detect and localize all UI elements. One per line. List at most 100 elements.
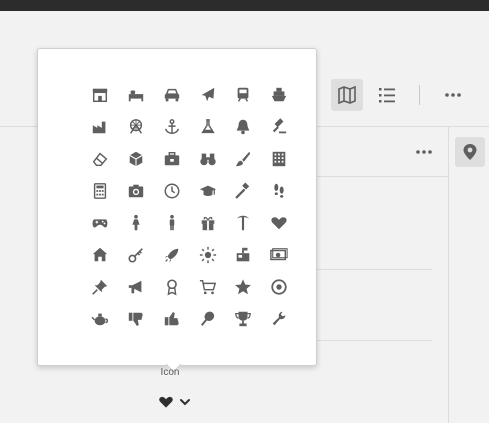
icon-option[interactable]	[194, 273, 222, 301]
megaphone-icon	[128, 280, 142, 294]
icon-option[interactable]	[194, 209, 222, 237]
target-icon	[271, 279, 287, 295]
divider	[315, 269, 432, 270]
building-icon	[272, 151, 286, 167]
man-icon	[169, 214, 175, 231]
icon-option[interactable]	[194, 241, 222, 269]
icon-option[interactable]	[86, 241, 114, 269]
icon-option[interactable]	[265, 273, 293, 301]
bed-icon	[128, 90, 144, 102]
icon-picker-button[interactable]	[158, 392, 198, 412]
icon-option[interactable]	[158, 273, 186, 301]
toolbar-separator	[419, 85, 420, 105]
icon-option[interactable]	[265, 145, 293, 173]
map-view-button[interactable]	[331, 79, 363, 111]
icon-option[interactable]	[158, 209, 186, 237]
tennis-racket-icon	[200, 311, 215, 326]
icon-option[interactable]	[86, 113, 114, 141]
graduation-cap-icon	[199, 185, 217, 196]
icon-option[interactable]	[229, 273, 257, 301]
right-rail	[448, 127, 489, 423]
panel-more-button[interactable]	[408, 136, 440, 168]
icon-option[interactable]	[122, 209, 150, 237]
icon-option[interactable]	[229, 113, 257, 141]
train-icon	[237, 87, 249, 102]
icon-option[interactable]	[122, 113, 150, 141]
map-icon	[338, 86, 356, 104]
more-horizontal-icon	[416, 150, 432, 154]
icon-option[interactable]	[86, 305, 114, 333]
icon-option[interactable]	[229, 241, 257, 269]
thumbs-down-icon	[128, 312, 143, 326]
icon-option[interactable]	[194, 145, 222, 173]
briefcase-icon	[164, 151, 180, 166]
icon-option[interactable]	[122, 177, 150, 205]
gavel-icon	[272, 118, 287, 134]
icon-label: Icon	[160, 367, 180, 378]
list-view-button[interactable]	[371, 79, 403, 111]
icon-option[interactable]	[229, 145, 257, 173]
star-icon	[235, 279, 251, 295]
award-icon	[167, 279, 177, 296]
icon-option[interactable]	[158, 81, 186, 109]
divider	[315, 340, 432, 341]
icon-option[interactable]	[122, 273, 150, 301]
heart-icon	[159, 396, 173, 408]
gamepad-icon	[92, 219, 108, 228]
rocket-icon	[164, 248, 179, 263]
icon-option[interactable]	[158, 113, 186, 141]
icon-option[interactable]	[265, 113, 293, 141]
key-icon	[128, 248, 143, 263]
icon-option[interactable]	[194, 81, 222, 109]
icon-option[interactable]	[265, 241, 293, 269]
icon-option[interactable]	[194, 177, 222, 205]
pushpin-icon	[92, 279, 108, 295]
icon-option[interactable]	[158, 305, 186, 333]
calculator-icon	[93, 183, 107, 199]
icon-option[interactable]	[158, 145, 186, 173]
wrench-icon	[272, 311, 286, 326]
heart-icon	[271, 217, 287, 230]
icon-option[interactable]	[122, 241, 150, 269]
sun-icon	[199, 246, 217, 264]
airplane-icon	[201, 87, 215, 102]
hammer-icon	[235, 182, 250, 199]
icon-option[interactable]	[122, 145, 150, 173]
footprints-icon	[274, 183, 284, 198]
location-button[interactable]	[455, 137, 485, 167]
eraser-icon	[92, 152, 108, 167]
icon-option[interactable]	[86, 81, 114, 109]
paintbrush-icon	[235, 151, 251, 167]
icon-option[interactable]	[229, 305, 257, 333]
thumbs-up-icon	[164, 312, 179, 326]
factory-icon	[92, 121, 106, 134]
gift-icon	[201, 216, 215, 231]
teapot-icon	[91, 313, 109, 326]
icon-option[interactable]	[229, 177, 257, 205]
icon-option[interactable]	[194, 113, 222, 141]
trophy-icon	[235, 311, 251, 327]
icon-option[interactable]	[158, 241, 186, 269]
cube-icon	[129, 151, 143, 167]
camera-icon	[128, 184, 144, 198]
more-horizontal-icon	[445, 93, 461, 97]
icon-option[interactable]	[86, 177, 114, 205]
icon-option[interactable]	[158, 177, 186, 205]
icon-option[interactable]	[265, 305, 293, 333]
icon-option[interactable]	[86, 209, 114, 237]
icon-option[interactable]	[122, 81, 150, 109]
icon-option[interactable]	[194, 305, 222, 333]
chevron-down-icon	[180, 399, 190, 406]
icon-option[interactable]	[265, 209, 293, 237]
icon-option[interactable]	[265, 81, 293, 109]
more-options-button[interactable]	[437, 79, 469, 111]
flask-icon	[201, 119, 215, 134]
icon-option[interactable]	[122, 305, 150, 333]
clock-icon	[164, 183, 180, 199]
ship-icon	[271, 87, 287, 102]
icon-option[interactable]	[229, 81, 257, 109]
icon-option[interactable]	[86, 273, 114, 301]
icon-option[interactable]	[86, 145, 114, 173]
icon-option[interactable]	[229, 209, 257, 237]
icon-option[interactable]	[265, 177, 293, 205]
